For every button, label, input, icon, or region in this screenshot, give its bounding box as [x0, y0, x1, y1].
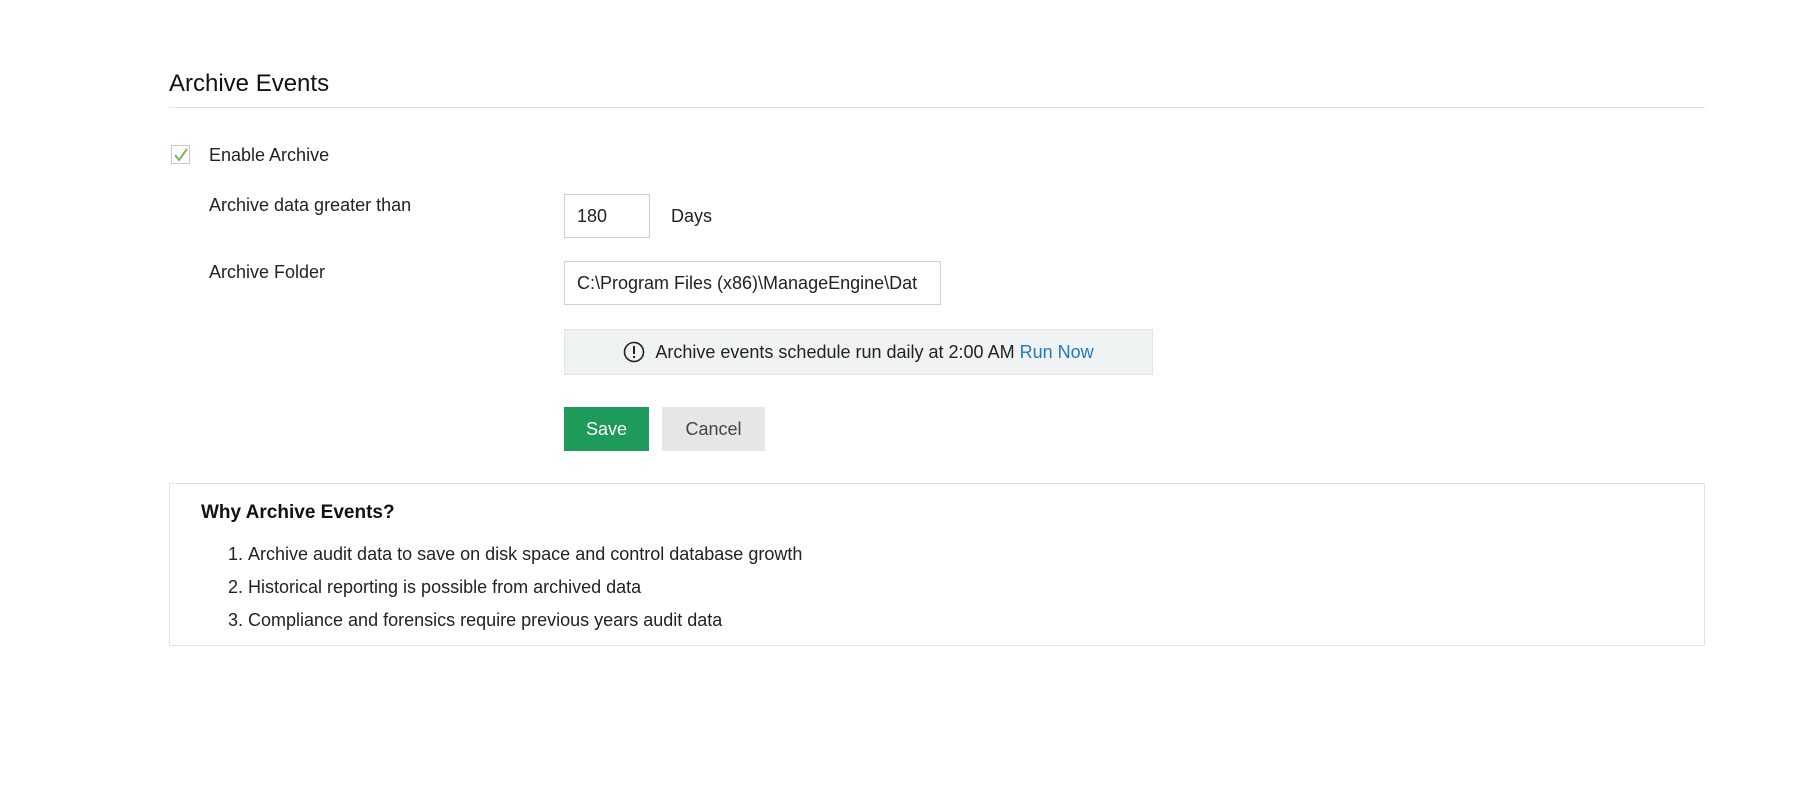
schedule-info-text: Archive events schedule run daily at 2:0…	[655, 341, 1015, 362]
exclamation-circle-icon	[624, 341, 645, 363]
archive-folder-input[interactable]: C:\Program Files (x86)\ManageEngine\Dat	[564, 261, 941, 305]
checkmark-icon	[174, 148, 188, 162]
list-item: Archive audit data to save on disk space…	[248, 538, 802, 571]
cancel-button[interactable]: Cancel	[662, 407, 765, 451]
enable-archive-checkbox[interactable]	[171, 145, 190, 164]
why-archive-panel: Why Archive Events? Archive audit data t…	[169, 483, 1705, 646]
save-button[interactable]: Save	[564, 407, 649, 451]
days-unit-label: Days	[671, 206, 713, 226]
schedule-info-box: Archive events schedule run daily at 2:0…	[564, 329, 1153, 375]
page-title: Archive Events	[169, 70, 330, 97]
list-item: Compliance and forensics require previou…	[248, 604, 802, 637]
why-archive-title: Why Archive Events?	[201, 502, 395, 523]
why-archive-list: Archive audit data to save on disk space…	[228, 538, 802, 637]
run-now-link[interactable]: Run Now	[1020, 342, 1094, 362]
list-item: Historical reporting is possible from ar…	[248, 571, 802, 604]
archive-days-input[interactable]: 180	[564, 194, 650, 238]
enable-archive-label[interactable]: Enable Archive	[209, 145, 329, 166]
archive-folder-label: Archive Folder	[209, 262, 326, 282]
title-divider	[169, 107, 1705, 108]
archive-days-label: Archive data greater than	[209, 195, 412, 215]
